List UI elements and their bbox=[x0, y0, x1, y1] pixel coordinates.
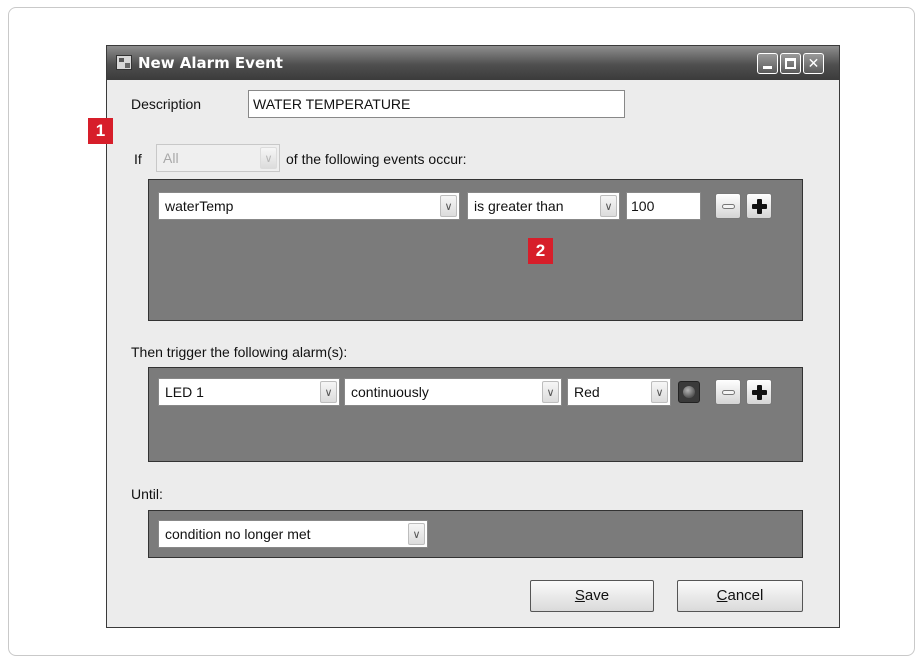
chevron-down-icon: ∨ bbox=[440, 195, 457, 217]
if-label: If bbox=[134, 151, 142, 167]
description-input[interactable]: WATER TEMPERATURE bbox=[248, 90, 625, 118]
minus-icon bbox=[722, 204, 735, 209]
events-occur-label: of the following events occur: bbox=[286, 151, 467, 167]
threshold-input[interactable]: 100 bbox=[626, 192, 701, 220]
until-panel: condition no longer met ∨ bbox=[148, 510, 803, 558]
cancel-mnemonic: C bbox=[716, 587, 728, 604]
alarm-device-select[interactable]: LED 1 ∨ bbox=[158, 378, 340, 406]
minimize-button[interactable] bbox=[757, 53, 778, 74]
window-title: New Alarm Event bbox=[138, 54, 283, 72]
chevron-down-icon: ∨ bbox=[542, 381, 559, 403]
operator-select[interactable]: is greater than ∨ bbox=[467, 192, 620, 220]
until-label: Until: bbox=[131, 486, 163, 502]
until-value: condition no longer met bbox=[165, 526, 311, 542]
operator-value: is greater than bbox=[474, 198, 564, 214]
alarm-color-select[interactable]: Red ∨ bbox=[567, 378, 671, 406]
chevron-down-icon: ∨ bbox=[260, 147, 277, 169]
save-label: ave bbox=[584, 587, 610, 604]
chevron-down-icon: ∨ bbox=[651, 381, 668, 403]
callout-badge-2: 2 bbox=[528, 238, 553, 264]
alarm-mode-select[interactable]: continuously ∨ bbox=[344, 378, 562, 406]
then-trigger-label: Then trigger the following alarm(s): bbox=[131, 344, 348, 360]
new-alarm-event-dialog: New Alarm Event ✕ Description WATER TEMP… bbox=[106, 45, 840, 628]
minus-icon bbox=[722, 390, 735, 395]
description-label: Description bbox=[131, 96, 202, 112]
alarms-panel: LED 1 ∨ continuously ∨ Red ∨ bbox=[148, 367, 803, 462]
remove-alarm-button[interactable] bbox=[715, 379, 741, 405]
callout-badge-1: 1 bbox=[88, 118, 113, 144]
chevron-down-icon: ∨ bbox=[600, 195, 617, 217]
maximize-icon bbox=[785, 58, 796, 69]
app-icon bbox=[116, 55, 132, 70]
title-bar[interactable]: New Alarm Event ✕ bbox=[107, 46, 839, 80]
add-condition-button[interactable] bbox=[746, 193, 772, 219]
quantifier-select[interactable]: All ∨ bbox=[156, 144, 280, 172]
quantifier-value: All bbox=[163, 150, 179, 166]
cancel-label: ancel bbox=[727, 587, 764, 604]
minimize-icon bbox=[763, 66, 772, 69]
close-icon: ✕ bbox=[807, 55, 820, 71]
led-preview-icon bbox=[678, 381, 700, 403]
variable-select[interactable]: waterTemp ∨ bbox=[158, 192, 460, 220]
cancel-button[interactable]: Cancel bbox=[677, 580, 803, 612]
close-button[interactable]: ✕ bbox=[803, 53, 824, 74]
alarm-device-value: LED 1 bbox=[165, 384, 204, 400]
chevron-down-icon: ∨ bbox=[320, 381, 337, 403]
maximize-button[interactable] bbox=[780, 53, 801, 74]
add-alarm-button[interactable] bbox=[746, 379, 772, 405]
save-button[interactable]: Save bbox=[530, 580, 654, 612]
chevron-down-icon: ∨ bbox=[408, 523, 425, 545]
save-mnemonic: S bbox=[574, 587, 585, 604]
alarm-color-value: Red bbox=[574, 384, 600, 400]
remove-condition-button[interactable] bbox=[715, 193, 741, 219]
alarm-mode-value: continuously bbox=[351, 384, 429, 400]
conditions-panel: waterTemp ∨ is greater than ∨ 100 bbox=[148, 179, 803, 321]
variable-value: waterTemp bbox=[165, 198, 234, 214]
until-select[interactable]: condition no longer met ∨ bbox=[158, 520, 428, 548]
